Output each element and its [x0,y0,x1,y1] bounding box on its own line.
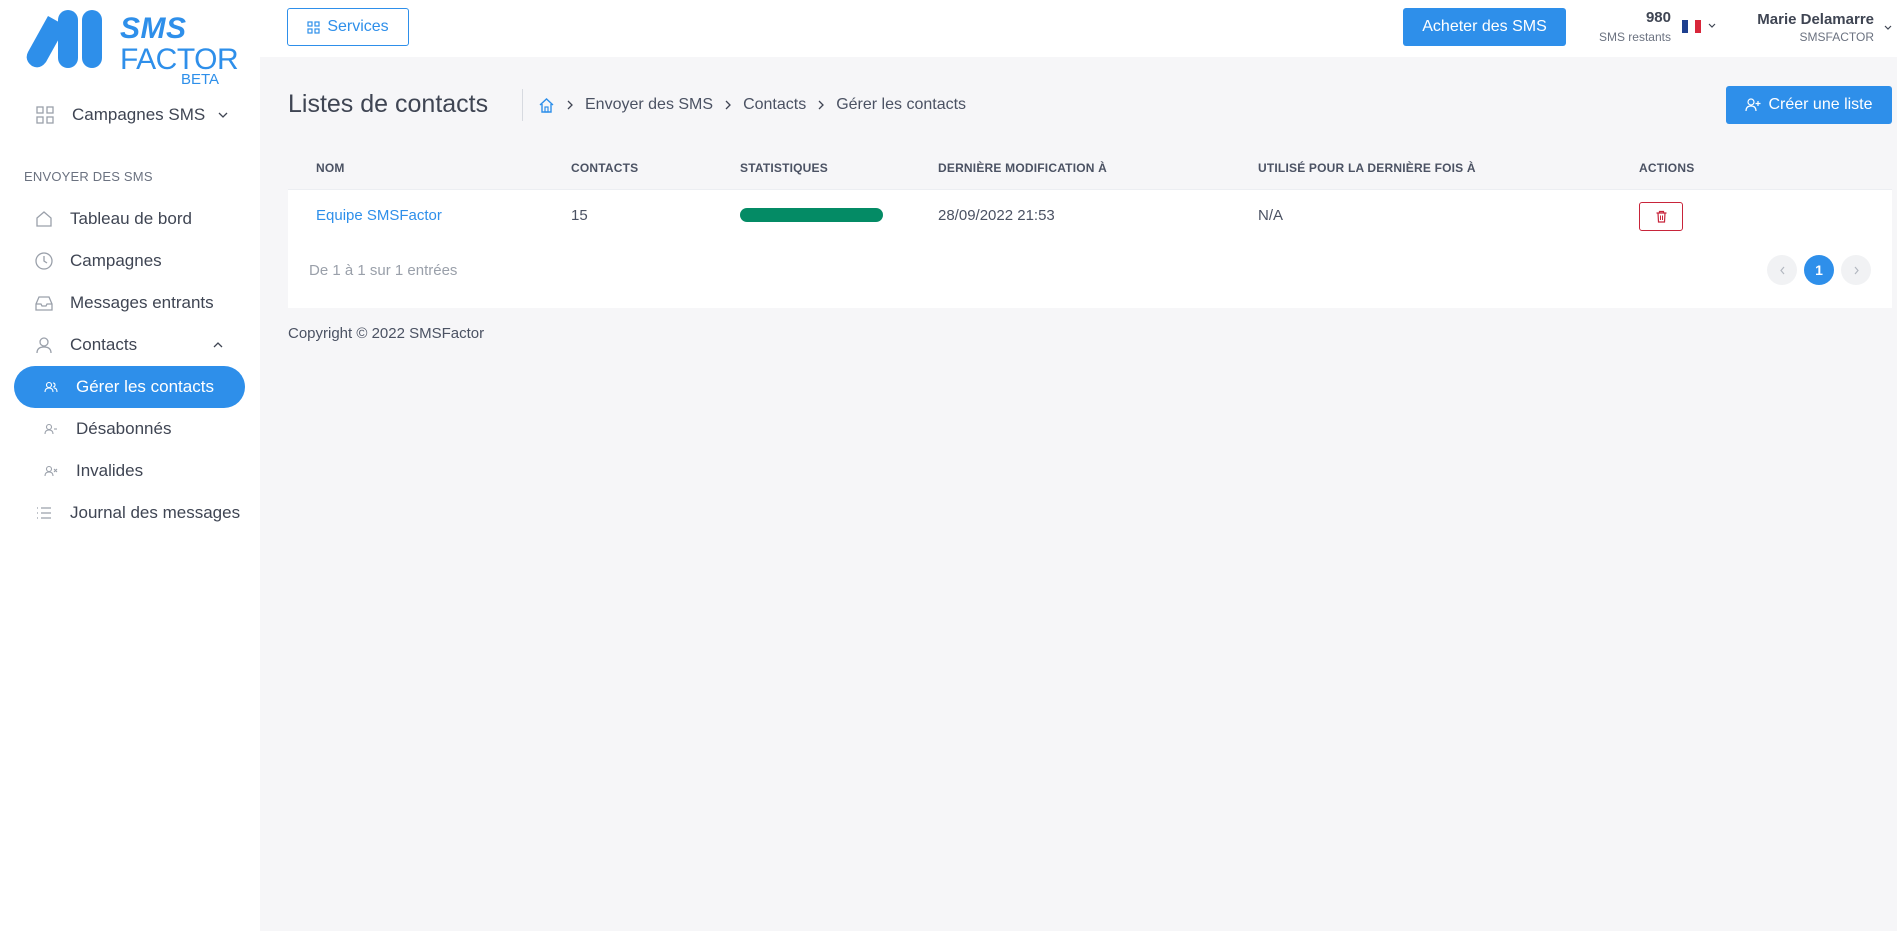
credits-count: 980 [1645,9,1671,26]
entries-info: De 1 à 1 sur 1 entrées [309,262,458,279]
create-list-label: Créer une liste [1768,96,1873,113]
sidebar-item-label: Tableau de bord [70,209,192,228]
users-icon [44,381,58,393]
breadcrumb-item[interactable]: Envoyer des SMS [585,96,713,114]
logo-text-sms: SMS [120,12,187,45]
sms-credits: 980 SMS restants [1585,9,1671,44]
sidebar-item-campaigns[interactable]: Campagnes [34,245,162,277]
chevron-down-icon[interactable] [1883,23,1893,33]
delete-button[interactable] [1639,202,1683,231]
chevron-down-icon [218,112,228,118]
breadcrumb-item[interactable]: Contacts [743,96,806,114]
inbox-icon [35,296,53,311]
contacts-count: 15 [571,207,588,224]
campaigns-menu-label: Campagnes SMS [72,105,206,124]
pagination-page[interactable]: 1 [1804,255,1834,285]
logo-badge-beta: BETA [181,71,220,88]
contact-lists-table: NOM CONTACTS STATISTIQUES DERNIÈRE MODIF… [288,145,1892,308]
sidebar-item-contacts[interactable]: Contacts [34,329,223,361]
sidebar-item-invalid[interactable]: Invalides [14,450,245,492]
sidebar-item-manage-contacts[interactable]: Gérer les contacts [14,366,245,408]
user-icon [36,337,52,354]
chevron-left-icon [1779,266,1784,274]
logo-text-factor: FACTOR [120,43,239,76]
trash-icon [1656,210,1666,223]
column-header-actions: ACTIONS [1639,161,1695,175]
column-header-modified[interactable]: DERNIÈRE MODIFICATION À [938,161,1107,175]
column-header-contacts[interactable]: CONTACTS [571,161,638,175]
sidebar-item-label: Gérer les contacts [76,377,214,396]
sidebar-item-label: Journal des messages [70,503,241,522]
user-org: SMSFACTOR [1799,30,1874,44]
sidebar-item-unsubscribed[interactable]: Désabonnés [14,408,245,450]
breadcrumb-item-current: Gérer les contacts [836,96,967,113]
breadcrumb: Envoyer des SMS Contacts Gérer les conta… [538,94,966,116]
credits-label: SMS restants [1598,30,1671,44]
last-used-date: N/A [1258,207,1284,224]
top-header: Services Acheter des SMS 980 SMS restant… [260,0,1897,57]
pagination-prev[interactable] [1767,255,1797,285]
column-header-statistics: STATISTIQUES [740,161,828,175]
create-list-button[interactable]: Créer une liste [1726,86,1892,124]
user-x-icon [44,465,58,477]
sidebar-item-label: Messages entrants [70,293,214,312]
sidebar-item-message-log[interactable]: Journal des messages [34,497,240,529]
sidebar-item-label: Campagnes [70,251,162,270]
user-plus-icon [1745,98,1761,112]
services-label: Services [327,18,389,35]
sidebar-item-label: Invalides [76,461,144,480]
page-title: Listes de contacts [288,90,489,118]
chevron-right-icon [818,100,825,110]
apps-icon [307,20,320,34]
chevron-right-icon [725,100,731,110]
column-header-name[interactable]: NOM [316,161,345,175]
buy-sms-button[interactable]: Acheter des SMS [1403,8,1566,46]
pagination-next[interactable] [1841,255,1871,285]
chevron-down-icon[interactable] [1707,21,1717,31]
chevron-right-icon [1854,266,1859,274]
logo-mark-icon [26,10,102,68]
table-header: NOM CONTACTS STATISTIQUES DERNIÈRE MODIF… [288,145,1892,190]
list-name-link[interactable]: Equipe SMSFactor [316,207,442,224]
chevron-up-icon [213,342,223,348]
chevron-right-icon [567,100,573,110]
user-name: Marie Delamarre [1757,11,1874,28]
sidebar-item-inbox[interactable]: Messages entrants [34,287,214,319]
services-button[interactable]: Services [287,8,409,46]
statistics-bar [740,208,883,222]
home-icon[interactable] [538,97,555,114]
section-label: ENVOYER DES SMS [24,169,153,184]
sidebar: SMS FACTOR BETA Campagnes SMS ENVOYER DE… [0,0,260,931]
logo[interactable]: SMS FACTOR BETA [26,8,239,88]
list-icon [37,507,51,519]
title-divider [522,89,523,121]
home-icon [36,211,52,227]
copyright: Copyright © 2022 SMSFactor [288,325,485,342]
modified-date: 28/09/2022 21:53 [938,207,1055,224]
sidebar-item-label: Désabonnés [76,419,172,438]
sidebar-item-dashboard[interactable]: Tableau de bord [34,203,192,235]
campaigns-menu[interactable]: Campagnes SMS [36,100,229,130]
grid-icon [36,106,54,124]
user-menu[interactable]: Marie Delamarre SMSFACTOR [1740,11,1874,44]
language-flag-icon[interactable] [1682,20,1701,33]
user-minus-icon [44,423,57,435]
column-header-last-used[interactable]: UTILISÉ POUR LA DERNIÈRE FOIS À [1258,161,1476,175]
sidebar-item-label: Contacts [70,335,138,354]
clock-icon [35,252,53,270]
